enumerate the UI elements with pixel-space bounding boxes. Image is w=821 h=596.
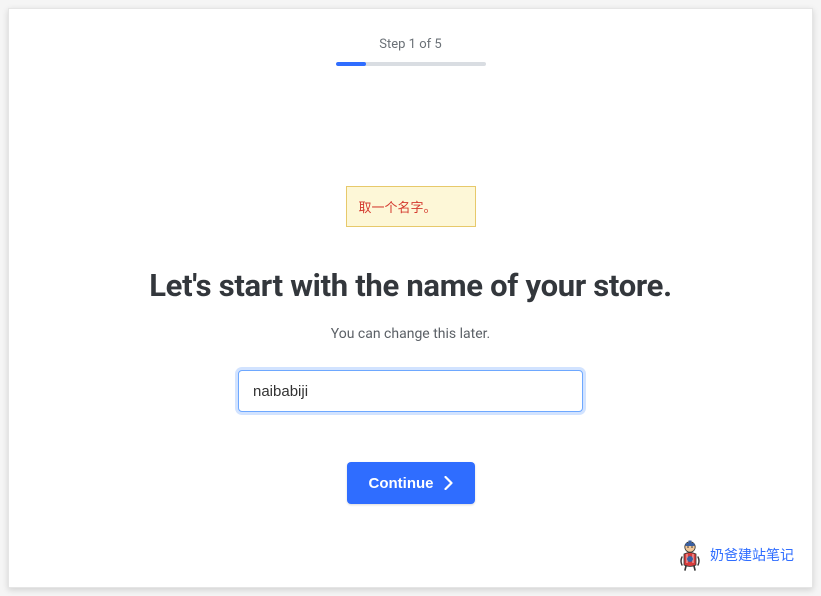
- hint-callout: 取一个名字。: [346, 186, 476, 227]
- mascot-icon: [676, 539, 704, 571]
- store-name-input[interactable]: [238, 370, 583, 412]
- chevron-right-icon: [444, 476, 453, 490]
- button-row: Continue: [9, 462, 812, 504]
- page-subtitle: You can change this later.: [9, 326, 812, 342]
- watermark: 奶爸建站笔记: [676, 539, 794, 571]
- progress-bar: [336, 62, 486, 66]
- input-row: [9, 370, 812, 412]
- continue-button[interactable]: Continue: [347, 462, 475, 504]
- watermark-text: 奶爸建站笔记: [710, 545, 794, 565]
- onboarding-card: Step 1 of 5 取一个名字。 Let's start with the …: [8, 8, 813, 588]
- step-label: Step 1 of 5: [9, 37, 812, 52]
- continue-button-label: Continue: [369, 475, 434, 492]
- page-title: Let's start with the name of your store.: [9, 267, 812, 304]
- progress-fill: [336, 62, 366, 66]
